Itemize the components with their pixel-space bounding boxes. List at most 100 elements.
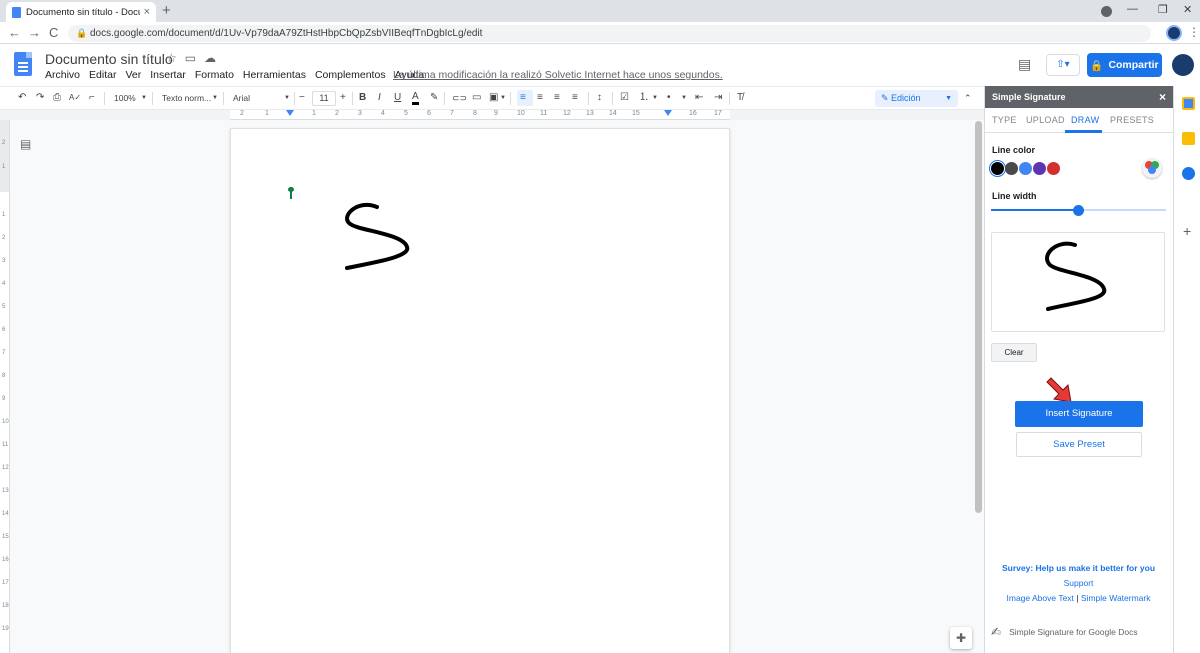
new-tab-button[interactable]: +	[162, 2, 171, 20]
font-size-input[interactable]: 11	[312, 91, 336, 106]
line-width-slider-thumb[interactable]	[1073, 205, 1084, 216]
comments-icon[interactable]: ▤	[1018, 56, 1031, 73]
tab-close-icon[interactable]: ×	[144, 6, 150, 18]
insert-signature-button[interactable]: Insert Signature	[1015, 401, 1143, 427]
document-title[interactable]: Documento sin título	[45, 51, 173, 67]
right-indent-marker[interactable]	[664, 110, 672, 116]
docs-logo-icon[interactable]	[14, 52, 32, 76]
menu-herramientas[interactable]: Herramientas	[243, 69, 306, 81]
menu-editar[interactable]: Editar	[89, 69, 116, 81]
color-swatch-red[interactable]	[1047, 162, 1060, 175]
calendar-icon[interactable]	[1182, 97, 1195, 110]
numbered-list-icon[interactable]: ⒈	[639, 91, 649, 105]
font-select[interactable]: Arial	[233, 91, 250, 105]
explore-icon[interactable]: ✚	[950, 627, 972, 649]
checklist-icon[interactable]: ☑	[620, 91, 629, 105]
present-button[interactable]: ⇧▾	[1046, 54, 1080, 76]
reload-icon[interactable]: C	[49, 25, 58, 41]
redo-icon[interactable]: ↷	[36, 91, 44, 105]
survey-link[interactable]: Survey: Help us make it better for you	[984, 563, 1173, 573]
link-icon[interactable]: ⊂⊃	[452, 91, 467, 105]
bulleted-list-icon[interactable]: •	[667, 91, 671, 105]
user-avatar[interactable]	[1172, 54, 1194, 76]
browser-menu-icon[interactable]: ⋮	[1188, 25, 1200, 39]
edit-mode-select[interactable]: ✎ Edición ▼	[875, 90, 958, 107]
collapse-icon[interactable]: ⌃	[964, 91, 972, 105]
maximize-icon[interactable]: ❐	[1158, 3, 1168, 16]
tab-upload[interactable]: UPLOAD	[1026, 115, 1065, 125]
line-width-slider-fill	[991, 209, 1078, 211]
menu-insertar[interactable]: Insertar	[150, 69, 186, 81]
signature-pen-icon: ✍	[991, 625, 1002, 639]
share-button[interactable]: 🔒 Compartir	[1087, 53, 1162, 77]
tab-draw[interactable]: DRAW	[1071, 115, 1099, 125]
align-right-icon[interactable]: ≡	[554, 91, 560, 105]
add-addon-icon[interactable]: +	[1183, 223, 1191, 239]
style-select[interactable]: Texto norm...	[162, 91, 211, 105]
chevron-down-icon: ▼	[212, 95, 218, 101]
vertical-ruler[interactable]: 2 1 1 2 3 4 5 6 7 8 9 10 11 12 13 14 15 …	[0, 120, 10, 653]
tab-type[interactable]: TYPE	[992, 115, 1017, 125]
ruler-number: 2	[240, 110, 244, 117]
color-swatch-gray[interactable]	[1005, 162, 1018, 175]
browser-avatar[interactable]	[1166, 25, 1182, 41]
url-input[interactable]: 🔒 docs.google.com/document/d/1Uv-Vp79daA…	[68, 25, 1151, 42]
menu-formato[interactable]: Formato	[195, 69, 234, 81]
print-icon[interactable]: ⎙	[53, 91, 61, 105]
tab-presets[interactable]: PRESETS	[1110, 115, 1154, 125]
undo-icon[interactable]: ↶	[18, 91, 26, 105]
keep-icon[interactable]	[1182, 132, 1195, 145]
close-window-icon[interactable]: ✕	[1183, 3, 1192, 16]
tasks-icon[interactable]	[1182, 167, 1195, 180]
custom-color-picker-icon[interactable]	[1142, 158, 1162, 178]
color-swatch-black[interactable]	[991, 162, 1004, 175]
last-edit-link[interactable]: La última modificación la realizó Solvet…	[393, 69, 723, 81]
increase-font-icon[interactable]: +	[340, 91, 346, 105]
menu-ver[interactable]: Ver	[125, 69, 141, 81]
color-swatch-purple[interactable]	[1033, 162, 1046, 175]
align-center-icon[interactable]: ≡	[537, 91, 543, 105]
move-folder-icon[interactable]: ▭	[185, 51, 196, 65]
underline-icon[interactable]: U	[394, 91, 401, 105]
justify-icon[interactable]: ≡	[572, 91, 578, 105]
document-outline-icon[interactable]: ▤	[20, 137, 31, 151]
spellcheck-icon[interactable]: A✓	[69, 91, 81, 105]
star-icon[interactable]: ☆	[166, 51, 177, 65]
image-above-text-link[interactable]: Image Above Text	[1007, 593, 1074, 603]
line-spacing-icon[interactable]: ↕	[597, 91, 602, 105]
save-preset-button[interactable]: Save Preset	[1016, 432, 1142, 457]
italic-icon[interactable]: I	[378, 91, 381, 105]
forward-icon[interactable]: →	[28, 25, 41, 41]
text-color-icon[interactable]: A	[412, 91, 419, 105]
vertical-scrollbar[interactable]	[975, 121, 982, 513]
left-indent-marker[interactable]	[286, 110, 294, 116]
menu-complementos[interactable]: Complementos	[315, 69, 386, 81]
paint-format-icon[interactable]: ⌐	[89, 91, 95, 105]
indent-less-icon[interactable]: ⇤	[695, 91, 703, 105]
zoom-select[interactable]: 100%	[114, 91, 136, 105]
signature-drawing-canvas[interactable]	[991, 232, 1165, 332]
align-left-icon[interactable]: ≡	[520, 91, 526, 105]
clear-formatting-icon[interactable]: T̸	[737, 91, 743, 105]
support-link[interactable]: Support	[984, 578, 1173, 588]
cloud-status-icon: ☁	[204, 51, 217, 65]
decrease-font-icon[interactable]: −	[299, 91, 305, 105]
chevron-down-icon: ▼	[681, 95, 687, 101]
color-swatch-blue[interactable]	[1019, 162, 1032, 175]
document-page[interactable]	[230, 128, 730, 653]
menu-archivo[interactable]: Archivo	[45, 69, 80, 81]
line-width-label: Line width	[992, 191, 1037, 201]
close-icon[interactable]: ×	[1159, 86, 1166, 108]
simple-watermark-link[interactable]: Simple Watermark	[1081, 593, 1151, 603]
image-icon[interactable]: ▣	[489, 91, 498, 105]
browser-profile-icon[interactable]	[1101, 6, 1112, 17]
back-icon[interactable]: ←	[8, 25, 21, 41]
horizontal-ruler[interactable]: 2 1 1 2 3 4 5 6 7 8 9 10 11 12 13 14 15 …	[230, 110, 730, 120]
clear-button[interactable]: Clear	[991, 343, 1037, 362]
comment-icon[interactable]: ▭	[472, 91, 481, 105]
bold-icon[interactable]: B	[359, 91, 366, 105]
highlight-icon[interactable]: ✎	[430, 91, 438, 105]
browser-tab[interactable]: Documento sin título - Docume ×	[6, 2, 156, 22]
minimize-icon[interactable]: —	[1127, 3, 1138, 15]
indent-more-icon[interactable]: ⇥	[714, 91, 722, 105]
